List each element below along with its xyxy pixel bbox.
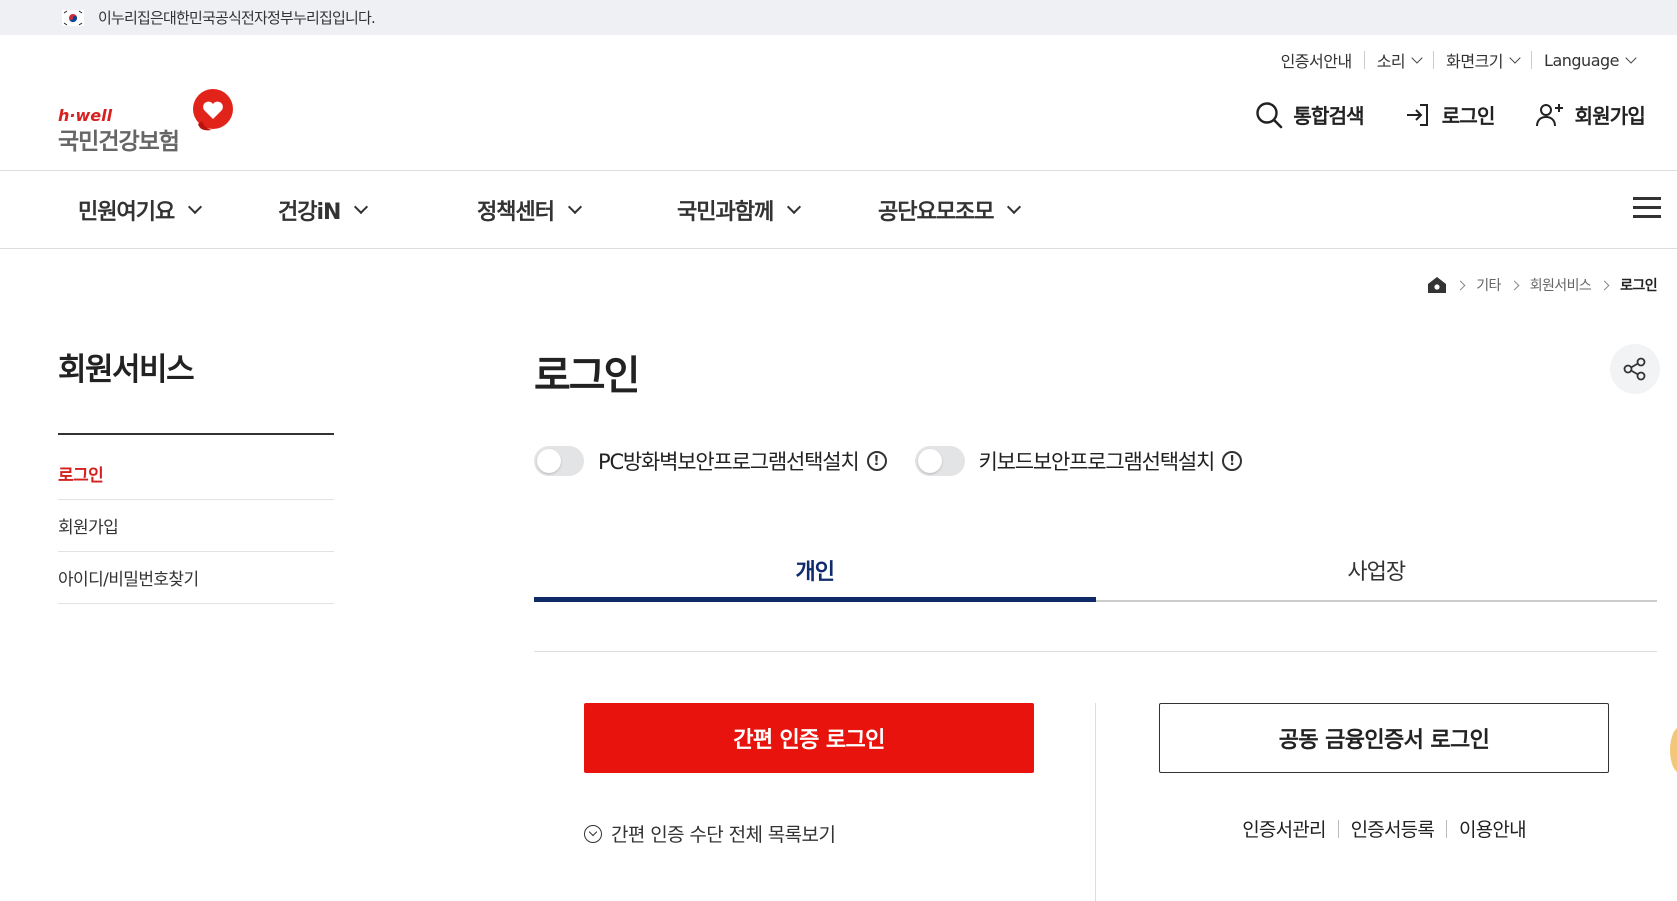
login-type-tabs: 개인 사업장 (534, 540, 1657, 602)
info-icon[interactable]: ! (866, 451, 887, 471)
gov-banner: 이누리집은대한민국공식전자정부누리집입니다. (0, 0, 1677, 35)
keyboard-toggle-group: 키보드보안프로그램선택설치 ! (914, 446, 1243, 476)
language-label: Language (1544, 50, 1619, 70)
screen-size-dropdown[interactable]: 화면크기 (1434, 48, 1531, 72)
home-icon[interactable] (1427, 276, 1447, 294)
easy-auth-list-label: 간편 인증 수단 전체 목록보기 (611, 824, 836, 846)
cert-links: 인증서관리 인증서등록 이용안내 (1159, 815, 1609, 842)
chevron-right-icon (1599, 280, 1610, 290)
signup-button[interactable]: 회원가입 (1535, 100, 1646, 129)
sidebar-menu: 로그인 회원가입 아이디/비밀번호찾기 (58, 448, 334, 604)
tab-personal[interactable]: 개인 (534, 540, 1096, 602)
chevron-right-icon (1509, 280, 1520, 290)
logo-name: 국민건강보험 (58, 129, 180, 155)
keyboard-toggle[interactable] (914, 446, 965, 476)
nav-item-civil[interactable]: 민원여기요 (78, 194, 203, 226)
chevron-down-icon (188, 199, 203, 214)
language-dropdown[interactable]: Language (1532, 51, 1647, 70)
tab-business[interactable]: 사업장 (1096, 540, 1658, 600)
login-button[interactable]: 로그인 (1404, 100, 1495, 129)
nav-label: 정책센터 (477, 199, 555, 225)
chevron-down-circle-icon (584, 824, 602, 843)
cert-login-button[interactable]: 공동 금융인증서 로그인 (1159, 703, 1609, 773)
firewall-toggle-label: PC방화벽보안프로그램선택설치 (598, 450, 860, 474)
search-icon (1256, 101, 1283, 128)
cert-manage-link[interactable]: 인증서관리 (1242, 815, 1326, 842)
login-label: 로그인 (1441, 104, 1496, 128)
easy-auth-list-toggle[interactable]: 간편 인증 수단 전체 목록보기 (584, 820, 836, 847)
gov-banner-text: 이누리집은대한민국공식전자정부누리집입니다. (98, 9, 376, 27)
nav-item-about[interactable]: 공단요모조모 (878, 194, 1022, 226)
divider (1446, 819, 1448, 838)
security-toggles: PC방화벽보안프로그램선택설치 ! 키보드보안프로그램선택설치 ! (534, 446, 1270, 476)
nav-label: 국민과함께 (677, 199, 774, 225)
chevron-down-icon (567, 199, 583, 214)
page-title: 로그인 (534, 353, 640, 399)
firewall-toggle-group: PC방화벽보안프로그램선택설치 ! (534, 446, 887, 476)
login-icon (1406, 103, 1428, 126)
breadcrumb-item[interactable]: 회원서비스 (1530, 275, 1592, 295)
chevron-down-icon (1625, 51, 1637, 64)
usage-guide-link[interactable]: 이용안내 (1459, 815, 1527, 842)
sidebar-divider (58, 433, 334, 435)
header-actions: 통합검색 로그인 회원가입 (1255, 100, 1646, 129)
divider (1337, 819, 1339, 838)
sidebar-item-signup[interactable]: 회원가입 (58, 500, 334, 552)
site-logo[interactable]: h·well 국민건강보험 (58, 88, 238, 155)
utility-menu: 인증서안내 소리 화면크기 Language (1269, 48, 1647, 72)
vertical-divider (1095, 703, 1096, 901)
info-icon[interactable]: ! (1222, 451, 1243, 471)
korea-flag-icon (62, 9, 84, 26)
sidebar-item-find-account[interactable]: 아이디/비밀번호찾기 (58, 552, 334, 604)
chevron-down-icon (354, 199, 369, 214)
add-user-icon (1535, 103, 1563, 126)
signup-label: 회원가입 (1574, 104, 1646, 128)
nav-label: 공단요모조모 (878, 199, 994, 225)
nav-label: 건강iN (278, 199, 341, 225)
sidebar-item-login[interactable]: 로그인 (58, 448, 334, 500)
sound-dropdown[interactable]: 소리 (1365, 48, 1433, 72)
chevron-down-icon (1509, 51, 1521, 64)
nav-label: 민원여기요 (78, 199, 175, 225)
cert-guide-label: 인증서안내 (1280, 52, 1353, 71)
nav-divider (0, 248, 1677, 249)
hamburger-bar (1633, 197, 1661, 200)
search-label: 통합검색 (1293, 104, 1364, 128)
chevron-down-icon (1007, 199, 1022, 214)
share-icon (1623, 357, 1646, 381)
chevron-down-icon (1411, 51, 1423, 64)
nav-item-health[interactable]: 건강iN (278, 194, 369, 226)
firewall-toggle[interactable] (534, 446, 584, 476)
breadcrumb-item[interactable]: 기타 (1476, 275, 1501, 295)
chevron-down-icon (787, 199, 802, 214)
hamburger-bar (1633, 215, 1661, 218)
easy-auth-login-button[interactable]: 간편 인증 로그인 (584, 703, 1034, 773)
main-nav: 민원여기요 건강iN 정책센터 국민과함께 공단요모조모 (0, 171, 1677, 248)
nav-item-policy[interactable]: 정책센터 (477, 194, 583, 226)
hamburger-bar (1633, 206, 1661, 209)
floating-widget[interactable] (1670, 727, 1677, 773)
heart-logo-icon (193, 89, 233, 131)
chevron-right-icon (1455, 280, 1466, 290)
search-button[interactable]: 통합검색 (1255, 100, 1365, 129)
nav-item-together[interactable]: 국민과함께 (677, 194, 802, 226)
keyboard-toggle-label: 키보드보안프로그램선택설치 (978, 450, 1216, 474)
sound-label: 소리 (1376, 52, 1406, 71)
screen-size-label: 화면크기 (1446, 52, 1504, 71)
cert-register-link[interactable]: 인증서등록 (1351, 815, 1435, 842)
breadcrumb: 기타 회원서비스 로그인 (1427, 275, 1658, 295)
hamburger-menu-icon[interactable] (1633, 197, 1661, 219)
breadcrumb-current: 로그인 (1620, 278, 1657, 294)
sidebar-title: 회원서비스 (58, 352, 195, 388)
content-divider (534, 651, 1657, 652)
cert-guide-link[interactable]: 인증서안내 (1269, 48, 1364, 72)
share-button[interactable] (1610, 344, 1660, 394)
